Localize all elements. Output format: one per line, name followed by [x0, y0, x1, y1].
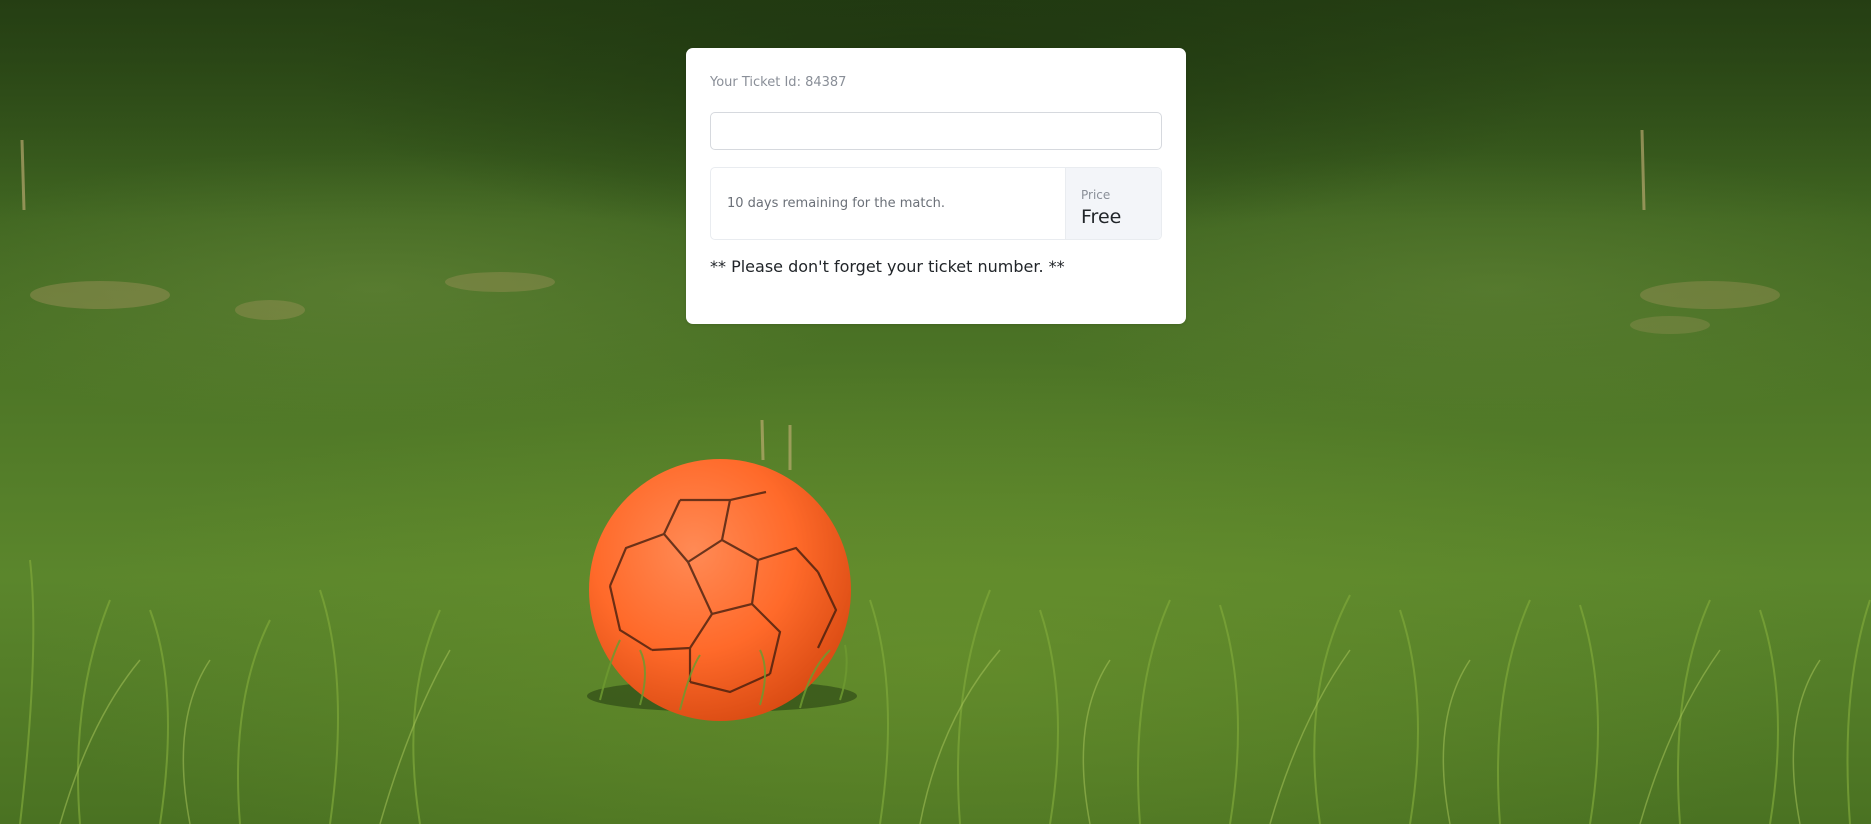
ticket-card: Your Ticket Id: 84387 10 days remaining … — [686, 48, 1186, 324]
price-label: Price — [1081, 188, 1111, 202]
match-info-panel: 10 days remaining for the match. Price F… — [710, 167, 1162, 240]
page-background: Your Ticket Id: 84387 10 days remaining … — [0, 0, 1871, 824]
price-box: Price Free — [1065, 168, 1161, 239]
days-remaining-text: 10 days remaining for the match. — [727, 196, 945, 211]
ticket-reminder-notice: ** Please don't forget your ticket numbe… — [710, 257, 1065, 276]
ticket-id-label: Your Ticket Id: 84387 — [710, 75, 847, 90]
ticket-number-input[interactable] — [710, 112, 1162, 150]
soccer-ball-icon — [589, 459, 851, 721]
price-value: Free — [1081, 206, 1122, 228]
